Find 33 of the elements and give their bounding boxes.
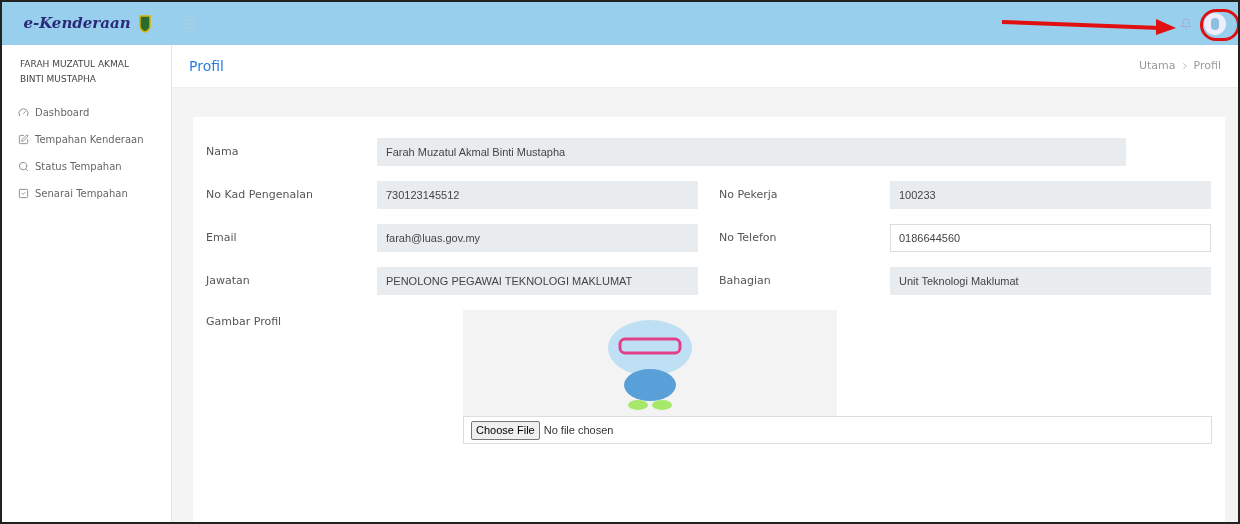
input-field[interactable]: Unit Teknologi Maklumat <box>890 267 1211 295</box>
field-label: No Pekerja <box>719 186 779 203</box>
avatar[interactable] <box>1204 12 1226 35</box>
field-label: Bahagian <box>719 272 772 289</box>
menu-icon[interactable] <box>184 16 198 31</box>
input-field[interactable]: PENOLONG PEGAWAI TEKNOLOGI MAKLUMAT <box>377 267 698 295</box>
field-label: No Telefon <box>719 229 778 246</box>
sidebar-item[interactable]: Status Tempahan <box>2 153 171 180</box>
check-icon <box>18 188 29 199</box>
user-name: FARAH MUZATUL AKMAL BINTI MUSTAPHA <box>19 58 130 86</box>
crest-icon <box>138 14 151 33</box>
file-status: No file chosen <box>543 422 614 438</box>
sidebar-item[interactable]: Senarai Tempahan <box>2 180 171 207</box>
notification-icon[interactable] <box>1180 17 1192 30</box>
field-label: Jawatan <box>206 272 251 289</box>
choose-file-button[interactable]: Choose File <box>471 420 540 440</box>
input-field[interactable]: 730123145512 <box>377 181 698 209</box>
input-field[interactable]: farah@luas.gov.my <box>377 224 698 252</box>
input-field[interactable]: 0186644560 <box>890 224 1211 252</box>
search-icon <box>18 161 29 172</box>
sidebar-item[interactable]: Dashboard <box>2 99 171 126</box>
dashboard-icon <box>18 107 29 118</box>
field-label: No Kad Pengenalan <box>206 186 314 203</box>
file-input[interactable]: Choose File No file chosen <box>463 416 1212 444</box>
page-title: Profil <box>189 56 224 76</box>
field-label: Gambar Profil <box>206 314 283 330</box>
input-field[interactable]: 100233 <box>890 181 1211 209</box>
field-label: Nama <box>206 143 240 160</box>
input-field[interactable]: Farah Muzatul Akmal Binti Mustapha <box>377 138 1126 166</box>
edit-icon <box>18 134 29 145</box>
field-label: Email <box>206 229 238 246</box>
sidebar-item[interactable]: Tempahan Kenderaan <box>2 126 171 153</box>
app-logo: e-Kenderaan <box>23 13 131 35</box>
